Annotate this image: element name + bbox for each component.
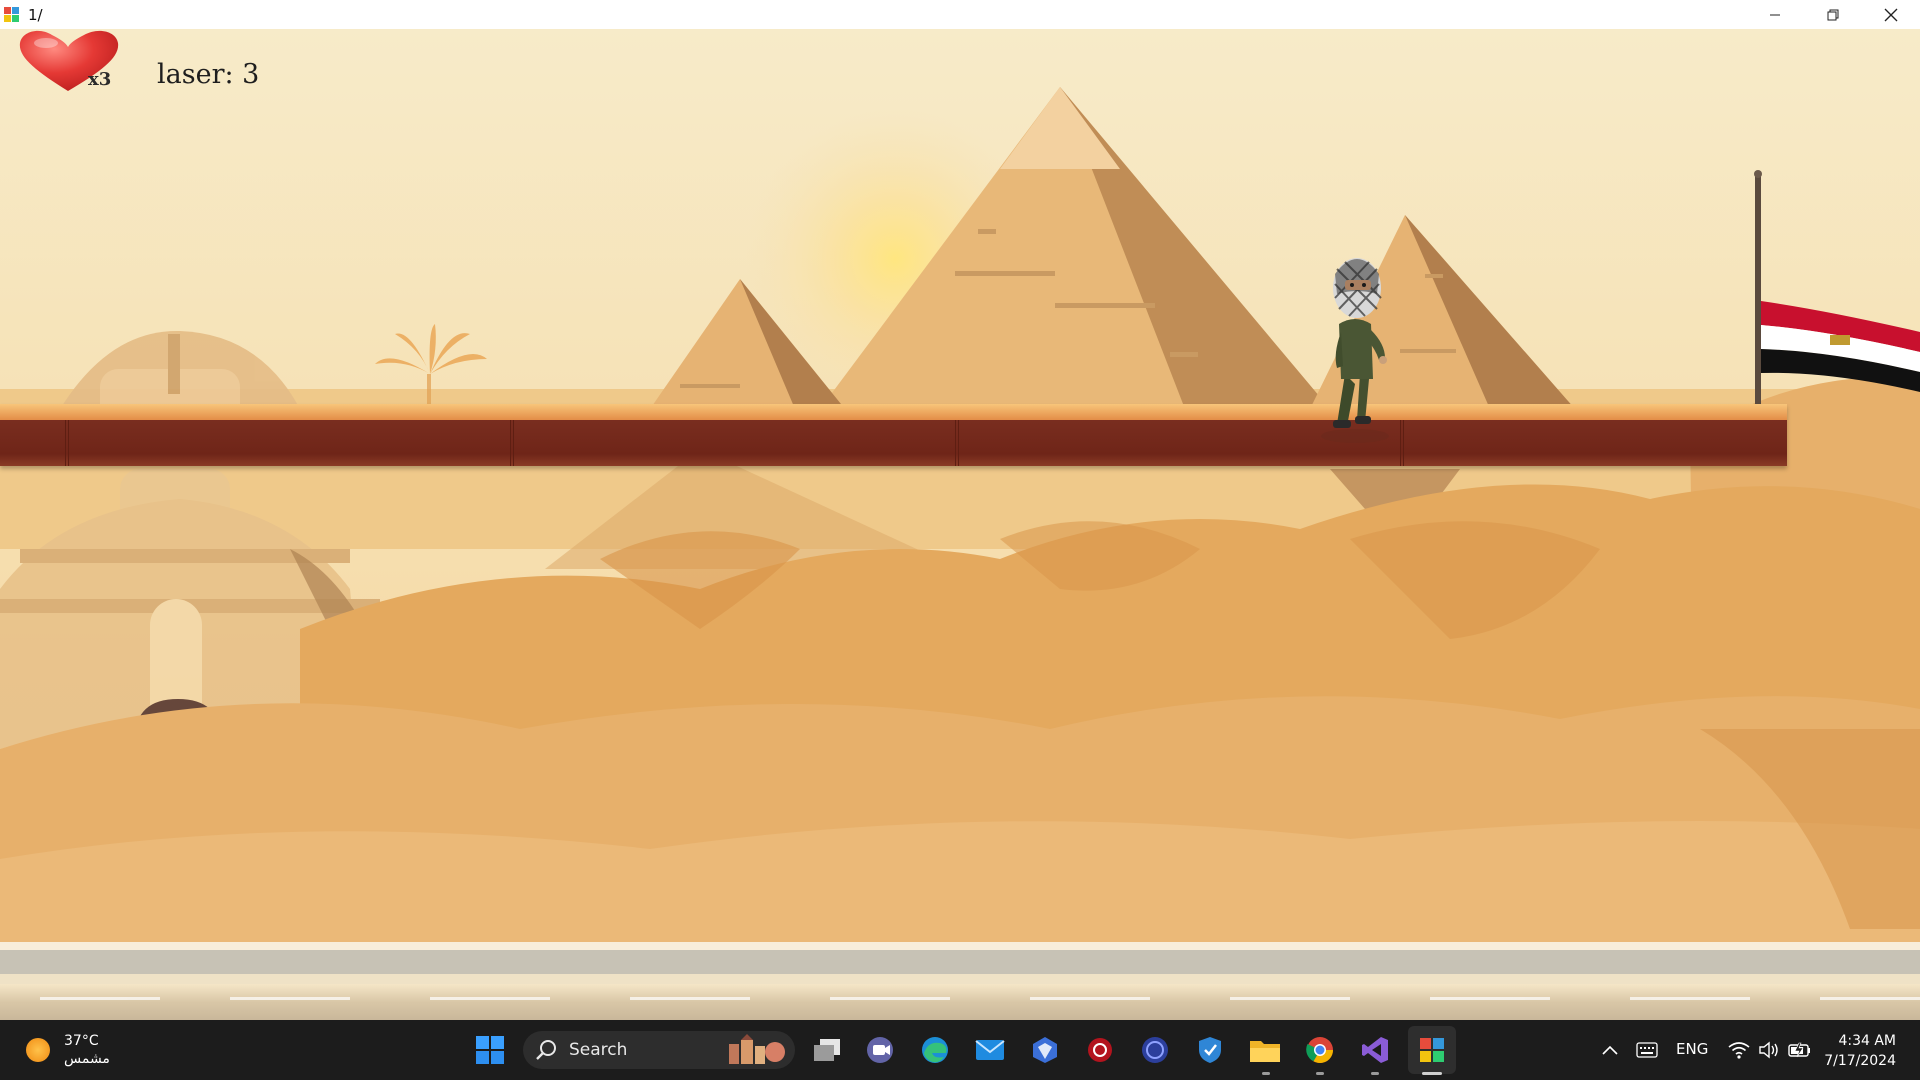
- chrome-button[interactable]: [1300, 1030, 1340, 1070]
- chrome-icon: [1306, 1037, 1334, 1064]
- search-input[interactable]: Search: [523, 1031, 795, 1069]
- game-app-button[interactable]: [1408, 1026, 1456, 1074]
- lives-indicator: x3: [16, 29, 126, 97]
- chevron-up-icon: [1602, 1045, 1618, 1055]
- defender-button[interactable]: [1190, 1030, 1230, 1070]
- app-button[interactable]: [1135, 1030, 1175, 1070]
- search-highlight-icon: [729, 1034, 785, 1064]
- restore-icon: [1827, 9, 1839, 20]
- player-character: [1321, 258, 1389, 443]
- search-icon: [536, 1040, 556, 1060]
- app-icon: [1142, 1037, 1168, 1063]
- file-explorer-button[interactable]: [1245, 1030, 1285, 1070]
- copilot-icon: [1033, 1037, 1057, 1063]
- weather-temperature: 37°C: [64, 1033, 99, 1049]
- platform: [0, 404, 1787, 466]
- speaker-icon: [1759, 1041, 1778, 1059]
- visual-studio-icon: [1362, 1037, 1388, 1063]
- wifi-icon: [1728, 1042, 1750, 1059]
- teams-icon: [867, 1037, 893, 1063]
- mail-icon: [975, 1040, 1005, 1060]
- volume-button[interactable]: [1756, 1036, 1782, 1064]
- game-canvas[interactable]: x3 laser: 3: [0, 29, 1920, 1020]
- laser-counter: laser: 3: [157, 59, 260, 90]
- lives-count: x3: [88, 69, 112, 90]
- antivirus-icon: [1088, 1038, 1112, 1062]
- edge-button[interactable]: [915, 1030, 955, 1070]
- desert-background: [0, 29, 1920, 1020]
- game-app-icon: [1420, 1038, 1444, 1062]
- clock-date: 7/17/2024: [1824, 1053, 1896, 1069]
- copilot-button[interactable]: [1025, 1030, 1065, 1070]
- windows-start-icon: [476, 1036, 504, 1064]
- clock[interactable]: 4:34 AM 7/17/2024: [1824, 1031, 1896, 1071]
- battery-button[interactable]: [1786, 1036, 1814, 1064]
- taskbar: 37°C مشمس Search ENG 4:34 AM 7/17/2024: [0, 1020, 1920, 1080]
- sun-icon: [26, 1038, 50, 1062]
- window-titlebar: 1/: [0, 0, 1920, 29]
- show-hidden-icons-button[interactable]: [1598, 1036, 1622, 1064]
- edge-icon: [922, 1037, 948, 1063]
- close-icon: [1884, 8, 1898, 21]
- task-view-icon: [814, 1039, 840, 1061]
- teams-button[interactable]: [860, 1030, 900, 1070]
- start-button[interactable]: [470, 1030, 510, 1070]
- task-view-button[interactable]: [807, 1030, 847, 1070]
- clock-time: 4:34 AM: [1838, 1033, 1896, 1049]
- touch-keyboard-button[interactable]: [1632, 1036, 1662, 1064]
- language-indicator[interactable]: ENG: [1676, 1040, 1708, 1058]
- close-button[interactable]: [1862, 0, 1920, 29]
- keyboard-icon: [1636, 1042, 1658, 1058]
- mail-button[interactable]: [970, 1030, 1010, 1070]
- visual-studio-button[interactable]: [1355, 1030, 1395, 1070]
- battery-charging-icon: [1788, 1042, 1810, 1058]
- search-label: Search: [569, 1040, 628, 1060]
- file-explorer-icon: [1250, 1041, 1280, 1062]
- defender-icon: [1199, 1037, 1221, 1063]
- antivirus-button[interactable]: [1080, 1030, 1120, 1070]
- restore-button[interactable]: [1804, 0, 1862, 29]
- window-title: 1/: [28, 5, 43, 24]
- minimize-icon: [1770, 14, 1780, 15]
- weather-widget[interactable]: 37°C مشمس: [26, 1030, 110, 1070]
- app-icon: [4, 6, 20, 23]
- weather-description: مشمس: [64, 1051, 110, 1067]
- minimize-button[interactable]: [1746, 0, 1804, 29]
- network-button[interactable]: [1726, 1036, 1752, 1064]
